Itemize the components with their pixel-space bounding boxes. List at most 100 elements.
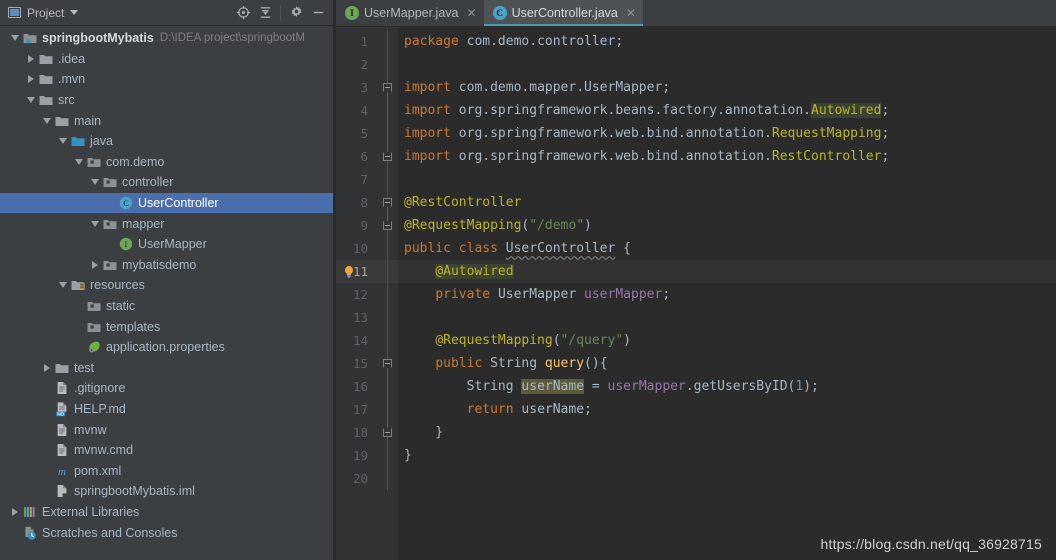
package-icon — [85, 319, 102, 335]
code-editor[interactable]: 1 2 3 4 5 6 7 8 9 10 11 12 13 14 15 16 17 18 19 20 package … — [336, 27, 1056, 560]
fold-region-start-icon[interactable] — [383, 83, 392, 92]
chevron-right-icon[interactable] — [40, 358, 53, 379]
tree-node-mapper[interactable]: mapper — [0, 213, 333, 234]
editor-gutter[interactable]: 1 2 3 4 5 6 7 8 9 10 11 12 13 14 15 16 17 18 19 20 — [336, 27, 398, 560]
code-token: userMapper — [607, 379, 686, 394]
fold-region-end-icon[interactable] — [383, 221, 392, 230]
tree-node-pom-xml[interactable]: m pom.xml — [0, 460, 333, 481]
tree-node-usermapper[interactable]: I UserMapper — [0, 234, 333, 255]
tree-node-mybatisdemo[interactable]: mybatisdemo — [0, 255, 333, 276]
line-number: 2 — [360, 57, 368, 72]
minimize-icon[interactable] — [307, 2, 329, 24]
chevron-right-icon[interactable] — [88, 255, 101, 276]
tree-node-templates[interactable]: templates — [0, 316, 333, 337]
tree-node-label: java — [90, 134, 113, 149]
tree-node-label: com.demo — [106, 154, 165, 169]
tree-node-static[interactable]: static — [0, 296, 333, 317]
tree-node-mvnw-cmd[interactable]: mvnw.cmd — [0, 440, 333, 461]
code-token: org.springframework.web.bind.annotation. — [458, 149, 772, 164]
code-token: ); — [803, 379, 819, 394]
code-token: org.springframework.beans.factory.annota… — [458, 103, 811, 118]
tree-node-com-demo[interactable]: com.demo — [0, 152, 333, 173]
tree-node-application-properties[interactable]: application.properties — [0, 337, 333, 358]
folder-icon — [53, 113, 70, 129]
code-token: } — [404, 448, 412, 463]
collapse-all-icon[interactable] — [254, 2, 276, 24]
tree-node-label: Scratches and Consoles — [42, 525, 178, 540]
scratches-icon — [21, 525, 38, 541]
editor-tab-usercontroller-java[interactable]: C UserController.java ✕ — [483, 0, 644, 26]
tree-node-controller[interactable]: controller — [0, 172, 333, 193]
fold-region-end-icon[interactable] — [383, 428, 392, 437]
code-token: RequestMapping — [771, 126, 882, 141]
code-token: com.demo.mapper.UserMapper — [458, 80, 663, 95]
tree-node-external-libraries[interactable]: External Libraries — [0, 502, 333, 523]
chevron-down-icon[interactable] — [8, 28, 21, 49]
code-token: RestController — [771, 149, 882, 164]
tree-node-springbootmybatis-iml[interactable]: springbootMybatis.iml — [0, 481, 333, 502]
fold-region-end-icon[interactable] — [383, 152, 392, 161]
chevron-down-icon[interactable] — [88, 172, 101, 193]
chevron-down-icon[interactable] — [24, 90, 37, 111]
chevron-right-icon[interactable] — [24, 49, 37, 70]
code-line: import org.springframework.beans.factory… — [398, 99, 1056, 122]
code-token: } — [404, 425, 444, 440]
tree-node-test[interactable]: test — [0, 358, 333, 379]
editor-tab-usermapper-java[interactable]: I UserMapper.java ✕ — [336, 0, 484, 26]
tree-node-label: mvnw — [74, 422, 107, 437]
fold-region-start-icon[interactable] — [383, 359, 392, 368]
chevron-down-icon[interactable] — [56, 131, 69, 152]
chevron-down-icon[interactable] — [88, 213, 101, 234]
tree-node-java[interactable]: java — [0, 131, 333, 152]
code-token: @Autowired — [435, 264, 514, 279]
tree-node-idea[interactable]: .idea — [0, 49, 333, 70]
resources-root-folder-icon — [69, 277, 86, 293]
tree-node-resources[interactable]: resources — [0, 275, 333, 296]
code-token: ; — [881, 126, 890, 141]
editor-code-surface[interactable]: package com.demo.controller; import com.d… — [398, 27, 1056, 560]
tree-node-label: static — [106, 299, 136, 314]
tree-node-usercontroller[interactable]: C UserController — [0, 192, 333, 214]
code-token: private — [435, 287, 498, 302]
tree-node-mvn[interactable]: .mvn — [0, 69, 333, 90]
gear-icon[interactable] — [285, 2, 307, 24]
intention-bulb-icon[interactable] — [341, 263, 357, 281]
line-number: 16 — [352, 379, 368, 394]
tree-node-src[interactable]: src — [0, 90, 333, 111]
fold-region-start-icon[interactable] — [383, 198, 392, 207]
close-icon[interactable]: ✕ — [626, 7, 636, 19]
chevron-right-icon[interactable] — [8, 502, 21, 523]
chevron-right-icon[interactable] — [24, 69, 37, 90]
code-token: userMapper — [584, 287, 663, 302]
line-number: 8 — [360, 195, 368, 210]
tree-node-scratches-and-consoles[interactable]: Scratches and Consoles — [0, 522, 333, 543]
chevron-down-icon[interactable] — [40, 110, 53, 131]
chevron-down-icon[interactable] — [70, 10, 79, 15]
chevron-down-icon[interactable] — [56, 275, 69, 296]
tree-node-gitignore[interactable]: .gitignore — [0, 378, 333, 399]
chevron-down-icon[interactable] — [72, 152, 85, 173]
project-tree[interactable]: springbootMybatis D:\IDEA project\springb… — [0, 26, 333, 560]
locate-icon[interactable] — [232, 2, 254, 24]
tree-node-springbootmybatis[interactable]: springbootMybatis D:\IDEA project\springb… — [0, 28, 333, 49]
tree-node-label: test — [74, 360, 95, 375]
package-icon — [101, 216, 118, 232]
line-number: 9 — [360, 218, 368, 233]
code-token: userName — [521, 402, 585, 417]
project-window-icon — [8, 7, 21, 18]
close-icon[interactable]: ✕ — [467, 7, 477, 19]
line-number: 19 — [352, 448, 368, 463]
tree-node-main[interactable]: main — [0, 110, 333, 131]
folder-icon — [37, 71, 54, 87]
code-token: public — [404, 241, 459, 256]
tree-arrow-placeholder — [72, 296, 85, 317]
toolbar-separator — [280, 4, 281, 21]
tree-node-mvnw[interactable]: mvnw — [0, 419, 333, 440]
project-title-group[interactable]: Project — [8, 6, 79, 20]
file-text-icon — [53, 422, 70, 438]
package-icon — [85, 154, 102, 170]
svg-text:MD: MD — [57, 411, 64, 416]
tree-node-help-md[interactable]: MD HELP.md — [0, 399, 333, 420]
